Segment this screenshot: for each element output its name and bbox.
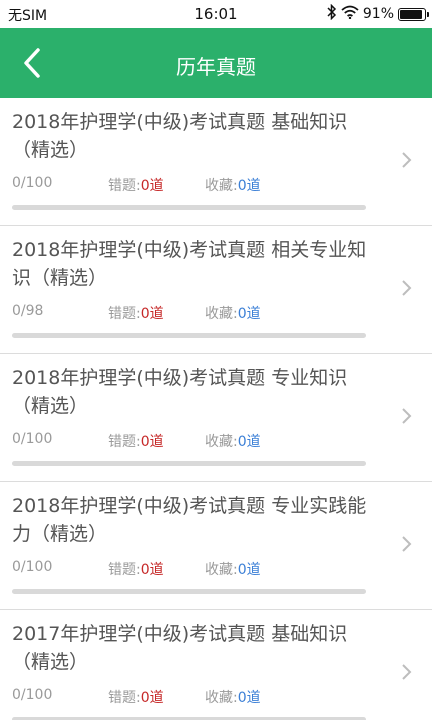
battery-percent: 91% bbox=[362, 6, 394, 22]
progress-count: 0/100 bbox=[12, 175, 53, 191]
exam-stats: 0/100 错题:0道 收藏:0道 bbox=[12, 175, 372, 195]
chevron-right-icon bbox=[402, 536, 412, 552]
favorite-count: 收藏:0道 bbox=[205, 687, 261, 707]
exam-stats: 0/100 错题:0道 收藏:0道 bbox=[12, 687, 372, 707]
progress-bar bbox=[12, 333, 366, 338]
progress-bar bbox=[12, 589, 366, 594]
page-title: 历年真题 bbox=[176, 55, 256, 79]
chevron-right-icon bbox=[402, 280, 412, 296]
favorite-label: 收藏: bbox=[205, 690, 238, 706]
wrong-count: 错题:0道 bbox=[108, 175, 164, 195]
exam-item[interactable]: 2018年护理学(中级)考试真题 专业实践能力（精选） 0/100 错题:0道 … bbox=[0, 482, 432, 610]
exam-title: 2018年护理学(中级)考试真题 专业实践能力（精选） bbox=[12, 495, 367, 545]
favorite-value: 0道 bbox=[237, 434, 261, 450]
header-bar: 历年真题 bbox=[0, 28, 432, 98]
progress-count: 0/100 bbox=[12, 687, 53, 703]
favorite-count: 收藏:0道 bbox=[205, 175, 261, 195]
favorite-count: 收藏:0道 bbox=[205, 303, 261, 323]
favorite-label: 收藏: bbox=[205, 178, 238, 194]
favorite-value: 0道 bbox=[237, 178, 261, 194]
wrong-value: 0道 bbox=[140, 690, 164, 706]
favorite-value: 0道 bbox=[237, 690, 261, 706]
favorite-value: 0道 bbox=[237, 562, 261, 578]
wrong-label: 错题: bbox=[108, 562, 141, 578]
chevron-right-icon bbox=[402, 408, 412, 424]
exam-item[interactable]: 2018年护理学(中级)考试真题 基础知识（精选） 0/100 错题:0道 收藏… bbox=[0, 98, 432, 226]
favorite-label: 收藏: bbox=[205, 562, 238, 578]
favorite-label: 收藏: bbox=[205, 306, 238, 322]
exam-stats: 0/100 错题:0道 收藏:0道 bbox=[12, 431, 372, 451]
exam-stats: 0/100 错题:0道 收藏:0道 bbox=[12, 559, 372, 579]
wrong-value: 0道 bbox=[140, 178, 164, 194]
favorite-label: 收藏: bbox=[205, 434, 238, 450]
wrong-label: 错题: bbox=[108, 178, 141, 194]
status-icons: 91% bbox=[327, 3, 429, 24]
chevron-right-icon bbox=[402, 664, 412, 680]
favorite-count: 收藏:0道 bbox=[205, 559, 261, 579]
chevron-right-icon bbox=[402, 152, 412, 168]
status-bar: 无SIM 16:01 91% bbox=[0, 0, 432, 28]
progress-count: 0/100 bbox=[12, 431, 53, 447]
exam-title: 2018年护理学(中级)考试真题 基础知识（精选） bbox=[12, 111, 348, 161]
exam-list: 2018年护理学(中级)考试真题 基础知识（精选） 0/100 错题:0道 收藏… bbox=[0, 98, 432, 720]
wrong-count: 错题:0道 bbox=[108, 687, 164, 707]
exam-item[interactable]: 2017年护理学(中级)考试真题 基础知识（精选） 0/100 错题:0道 收藏… bbox=[0, 610, 432, 720]
wrong-label: 错题: bbox=[108, 690, 141, 706]
battery-level bbox=[400, 9, 422, 19]
wrong-value: 0道 bbox=[140, 434, 164, 450]
wrong-label: 错题: bbox=[108, 306, 141, 322]
wrong-count: 错题:0道 bbox=[108, 559, 164, 579]
progress-bar bbox=[12, 461, 366, 466]
progress-bar bbox=[12, 205, 366, 210]
wrong-count: 错题:0道 bbox=[108, 431, 164, 451]
exam-title: 2017年护理学(中级)考试真题 基础知识（精选） bbox=[12, 623, 348, 673]
exam-title: 2018年护理学(中级)考试真题 相关专业知识（精选） bbox=[12, 239, 367, 289]
wrong-value: 0道 bbox=[140, 562, 164, 578]
favorite-count: 收藏:0道 bbox=[205, 431, 261, 451]
exam-title: 2018年护理学(中级)考试真题 专业知识（精选） bbox=[12, 367, 348, 417]
exam-item[interactable]: 2018年护理学(中级)考试真题 相关专业知识（精选） 0/98 错题:0道 收… bbox=[0, 226, 432, 354]
wifi-icon bbox=[341, 5, 359, 23]
progress-count: 0/100 bbox=[12, 559, 53, 575]
wrong-count: 错题:0道 bbox=[108, 303, 164, 323]
wrong-value: 0道 bbox=[140, 306, 164, 322]
favorite-value: 0道 bbox=[237, 306, 261, 322]
bluetooth-icon bbox=[327, 3, 337, 24]
progress-count: 0/98 bbox=[12, 303, 44, 319]
exam-stats: 0/98 错题:0道 收藏:0道 bbox=[12, 303, 372, 323]
battery-icon bbox=[398, 7, 429, 21]
wrong-label: 错题: bbox=[108, 434, 141, 450]
exam-item[interactable]: 2018年护理学(中级)考试真题 专业知识（精选） 0/100 错题:0道 收藏… bbox=[0, 354, 432, 482]
